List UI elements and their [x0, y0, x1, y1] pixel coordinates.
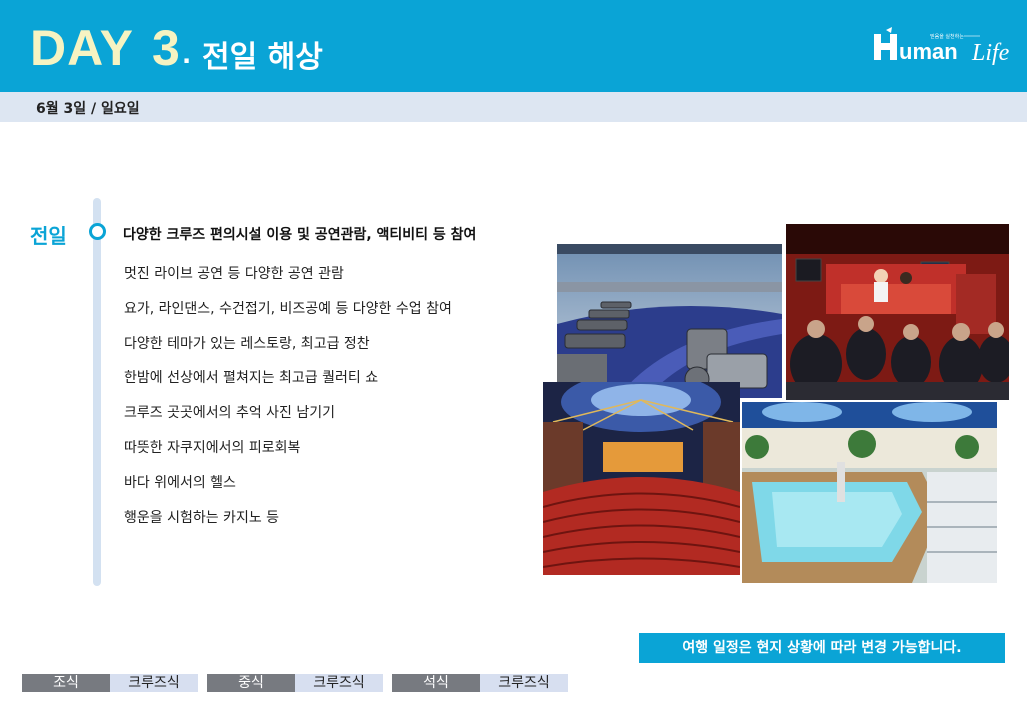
list-item: 멋진 라이브 공연 등 다양한 공연 관람 [124, 266, 344, 282]
meal-value-dinner: 크루즈식 [480, 674, 568, 692]
schedule-label: 전일 [30, 224, 67, 248]
date-bar: 6월 3일 / 일요일 [0, 92, 1027, 122]
day-number: 3 [152, 20, 180, 76]
logo-wordmark: uman [899, 39, 958, 64]
list-item: 요가, 라인댄스, 수건접기, 비즈공예 등 다양한 수업 참여 [124, 300, 452, 317]
page-title: 전일 해상 [202, 40, 323, 75]
meal-label-dinner: 석식 [392, 674, 480, 692]
jacuzzi-pool-photo [740, 400, 999, 585]
list-item: 다양한 테마가 있는 레스토랑, 최고급 정찬 [124, 335, 370, 352]
list-item: 크루즈 곳곳에서의 추억 사진 남기기 [124, 405, 335, 422]
itinerary-page: DAY 3 . 전일 해상 믿음을 실천하는 uman Life 6월 3일 /… [0, 0, 1027, 711]
list-item: 바다 위에서의 헬스 [124, 474, 236, 491]
list-item: 한밤에 선상에서 펼쳐지는 최고급 퀄러티 쇼 [124, 370, 379, 387]
day-separator: . [182, 41, 192, 69]
activity-list: 멋진 라이브 공연 등 다양한 공연 관람 요가, 라인댄스, 수건접기, 비즈… [124, 263, 452, 541]
day-word: DAY [30, 20, 134, 76]
notice-banner: 여행 일정은 현지 상황에 따라 변경 가능합니다. [639, 633, 1005, 663]
timeline-marker-icon [89, 223, 106, 240]
meal-value-lunch: 크루즈식 [295, 674, 383, 692]
live-show-lounge-photo [786, 224, 1009, 400]
logo-h-mark [874, 34, 897, 60]
list-item: 행운을 시험하는 카지노 등 [124, 509, 280, 526]
date-text: 6월 3일 / 일요일 [36, 101, 140, 117]
meal-label-breakfast: 조식 [22, 674, 110, 692]
timeline-line [93, 198, 101, 586]
human-life-logo: 믿음을 실천하는 uman Life [874, 27, 1010, 66]
schedule-headline: 다양한 크루즈 편의시설 이용 및 공연관람, 액티비티 등 참여 [123, 227, 477, 243]
header-band: DAY 3 . 전일 해상 믿음을 실천하는 uman Life [0, 0, 1027, 92]
meal-value-breakfast: 크루즈식 [110, 674, 198, 692]
meal-label-lunch: 중식 [207, 674, 295, 692]
fitness-center-photo [555, 242, 784, 400]
theater-photo [543, 382, 740, 575]
logo-script: Life [971, 40, 1010, 66]
list-item: 따뜻한 자쿠지에서의 피로회복 [124, 439, 301, 456]
